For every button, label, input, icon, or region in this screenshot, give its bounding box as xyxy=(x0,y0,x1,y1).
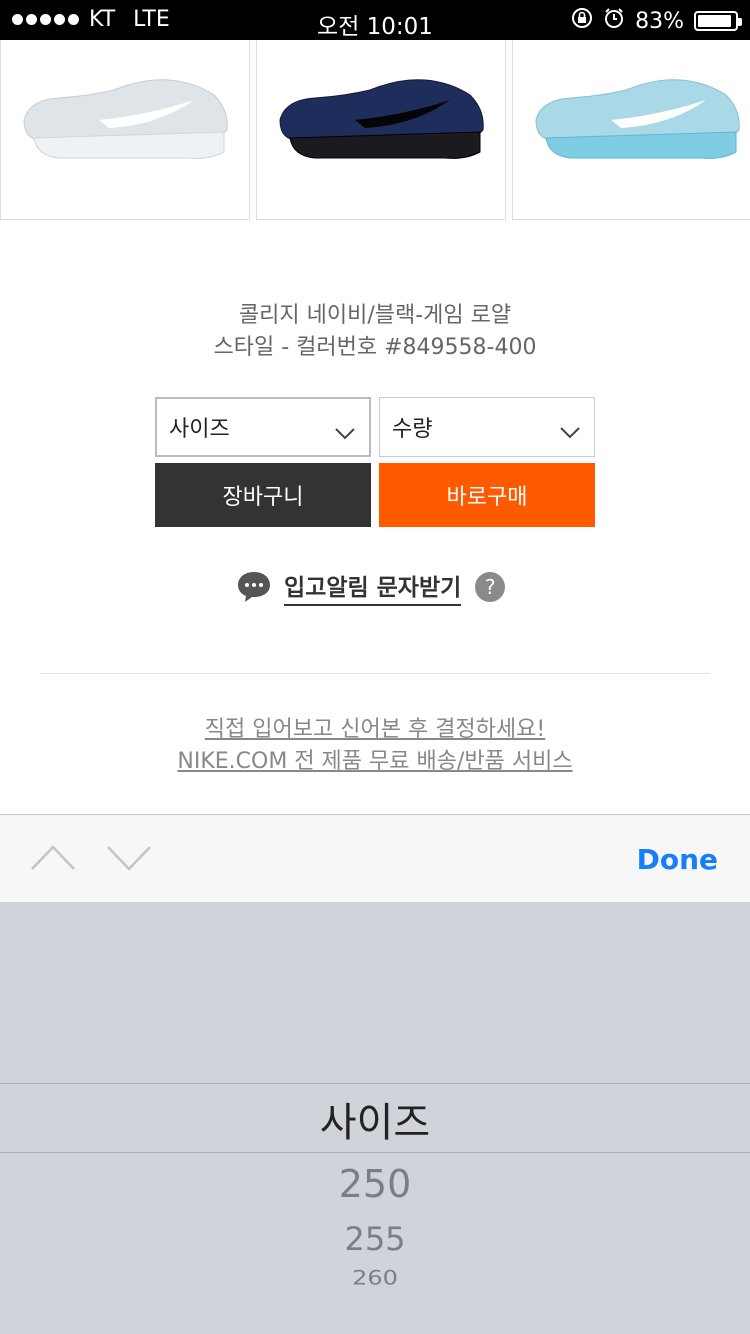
promo-links: 직접 입어보고 신어본 후 결정하세요! NIKE.COM 전 제품 무료 배송… xyxy=(0,714,750,778)
color-variant-thumbnail[interactable] xyxy=(256,40,506,220)
size-picker-wheel[interactable]: 사이즈 250 255 260 xyxy=(0,902,750,1334)
size-select[interactable]: 사이즈 xyxy=(155,397,371,457)
status-bar: KT LTE 오전 10:01 83% xyxy=(0,0,750,40)
alarm-icon xyxy=(603,7,625,35)
picker-option[interactable]: 250 xyxy=(0,1162,750,1206)
color-variant-thumbnail[interactable] xyxy=(512,40,750,220)
color-variant-list xyxy=(0,40,750,220)
free-shipping-link[interactable]: NIKE.COM 전 제품 무료 배송/반품 서비스 xyxy=(177,749,572,774)
shoe-image-white xyxy=(23,79,228,159)
quantity-select-label: 수량 xyxy=(392,417,433,442)
product-color-name: 콜리지 네이비/블랙-게임 로얄 xyxy=(238,303,512,328)
quantity-select[interactable]: 수량 xyxy=(379,397,595,457)
picker-option[interactable]: 260 xyxy=(0,1267,750,1289)
shoe-image-light-blue xyxy=(535,79,740,159)
picker-selection-bottom-line xyxy=(0,1152,750,1153)
chevron-down-icon xyxy=(335,421,355,446)
rotation-lock-icon xyxy=(571,7,593,35)
chevron-down-icon xyxy=(560,420,580,445)
restock-notify-row: 입고알림 문자받기 ? xyxy=(236,568,506,606)
picker-selection-top-line xyxy=(0,1083,750,1084)
product-style-code: 스타일 - 컬러번호 #849558-400 xyxy=(213,335,537,360)
restock-sms-link[interactable]: 입고알림 문자받기 xyxy=(284,568,462,606)
battery-icon xyxy=(694,11,742,31)
chat-bubble-icon xyxy=(236,570,272,604)
divider xyxy=(40,673,710,674)
add-to-cart-button[interactable]: 장바구니 xyxy=(155,463,371,527)
try-on-link[interactable]: 직접 입어보고 신어본 후 결정하세요! xyxy=(205,717,545,742)
battery-percent: 83% xyxy=(635,8,684,34)
done-button[interactable]: Done xyxy=(637,843,718,876)
picker-toolbar: Done xyxy=(0,814,750,902)
product-info: 콜리지 네이비/블랙-게임 로얄 스타일 - 컬러번호 #849558-400 xyxy=(0,300,750,364)
size-select-label: 사이즈 xyxy=(169,417,230,442)
chevron-down-icon[interactable] xyxy=(106,843,152,875)
chevron-up-icon[interactable] xyxy=(30,843,76,875)
buy-now-button[interactable]: 바로구매 xyxy=(379,463,595,527)
color-variant-thumbnail[interactable] xyxy=(0,40,250,220)
shoe-image-navy xyxy=(279,79,484,159)
picker-option[interactable]: 255 xyxy=(0,1220,750,1258)
help-icon[interactable]: ? xyxy=(475,572,506,602)
picker-selected-option[interactable]: 사이즈 xyxy=(0,1090,750,1148)
